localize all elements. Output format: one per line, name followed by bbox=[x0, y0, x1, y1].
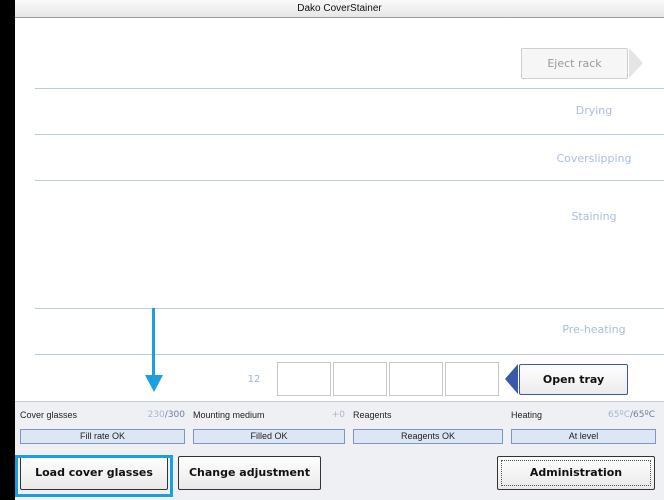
stage-staining: Staining bbox=[571, 210, 617, 223]
divider bbox=[35, 134, 664, 135]
down-arrow-icon bbox=[152, 308, 155, 378]
open-tray-button[interactable]: Open tray bbox=[519, 364, 628, 395]
app-window: Dako CoverStainer Eject rack Drying Cove… bbox=[15, 0, 664, 500]
tray-slot bbox=[277, 362, 331, 396]
screen-left-border bbox=[0, 0, 15, 500]
divider bbox=[35, 308, 664, 309]
eject-rack-button[interactable]: Eject rack bbox=[521, 48, 628, 79]
reagents-label: Reagents bbox=[353, 410, 392, 420]
divider bbox=[35, 180, 664, 181]
heating-value: 65ºC/65ºC bbox=[608, 410, 655, 420]
tray-number: 12 bbox=[247, 374, 261, 385]
rack-area: Eject rack Drying Coverslipping Staining… bbox=[15, 19, 664, 401]
divider bbox=[35, 354, 664, 355]
tray-slot bbox=[333, 362, 387, 396]
reagents-status: Reagents OK bbox=[353, 429, 503, 444]
divider bbox=[35, 88, 664, 89]
administration-label: Administration bbox=[529, 466, 623, 479]
administration-button[interactable]: Administration bbox=[497, 456, 655, 490]
cover-glasses-count: 230/300 bbox=[147, 410, 185, 420]
stage-pre-heating: Pre-heating bbox=[562, 323, 626, 336]
highlight-box bbox=[15, 455, 173, 497]
cover-glasses-label: Cover glasses bbox=[20, 410, 78, 420]
heating-label: Heating bbox=[511, 410, 543, 420]
cover-glasses-status: Fill rate OK bbox=[20, 429, 185, 444]
mounting-medium-status: Filled OK bbox=[193, 429, 345, 444]
tray-slot bbox=[389, 362, 443, 396]
window-title: Dako CoverStainer bbox=[15, 0, 664, 18]
stage-coverslipping: Coverslipping bbox=[556, 152, 632, 165]
heating-status: At level bbox=[511, 429, 656, 444]
mounting-medium-label: Mounting medium bbox=[193, 410, 265, 420]
tray-slot bbox=[445, 362, 499, 396]
down-arrow-head-icon bbox=[145, 375, 163, 392]
mounting-medium-value: +0 bbox=[331, 410, 345, 420]
open-tray-arrow-icon bbox=[505, 364, 518, 394]
eject-arrow-icon bbox=[629, 48, 643, 78]
status-bar: Cover glasses 230/300 Fill rate OK Mount… bbox=[15, 401, 664, 449]
stage-drying: Drying bbox=[575, 104, 613, 117]
change-adjustment-button[interactable]: Change adjustment bbox=[178, 456, 321, 490]
